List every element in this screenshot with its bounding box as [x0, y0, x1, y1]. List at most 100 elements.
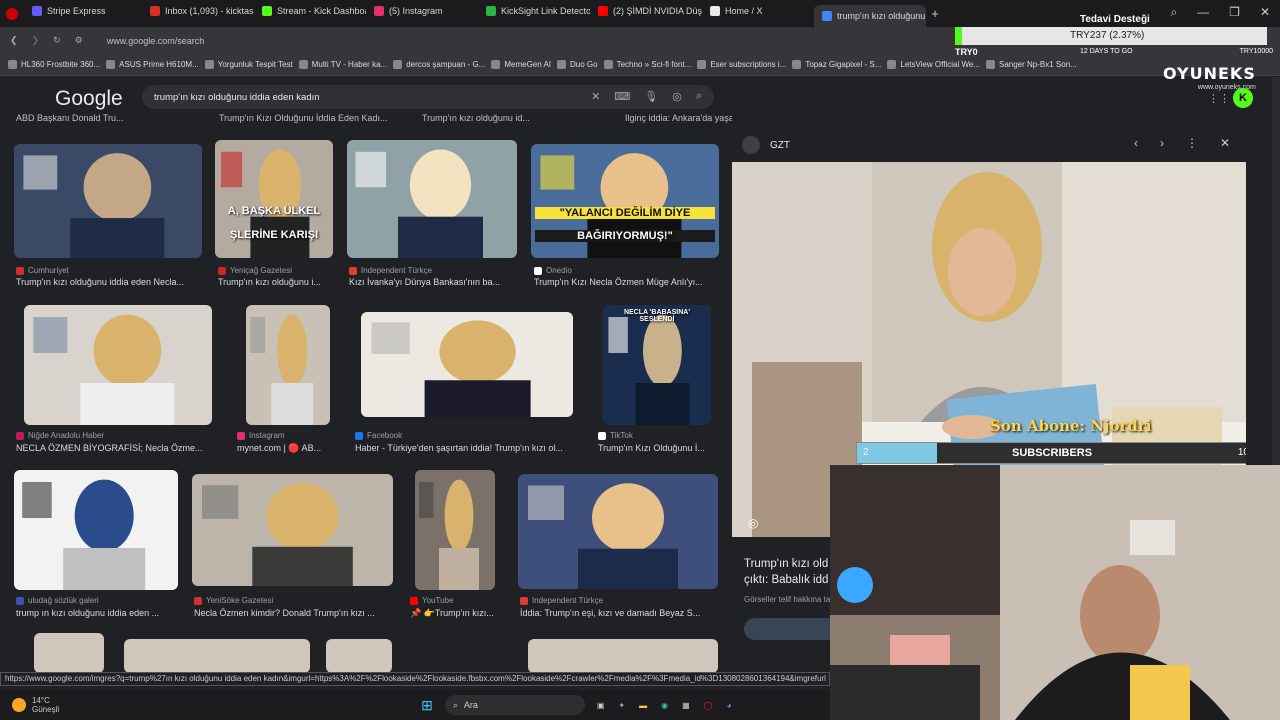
- result-thumbnail[interactable]: [246, 305, 330, 425]
- bookmark-item[interactable]: Eser subscriptions i...: [697, 60, 786, 69]
- mic-icon[interactable]: 🎙: [644, 90, 658, 103]
- tab-menu-icon[interactable]: [0, 3, 24, 25]
- browser-tab[interactable]: trump'ın kızı olduğunu id: [814, 5, 926, 27]
- explorer-icon[interactable]: ▬: [639, 701, 647, 710]
- result-caption[interactable]: Trump'ın Kızı Olduğunu İ...: [598, 443, 713, 453]
- result-caption[interactable]: trump ın kızı olduğunu iddia eden ...: [16, 608, 176, 618]
- result-source[interactable]: Cumhuriyet: [16, 266, 69, 275]
- result-caption[interactable]: Trump'ın kızı olduğunu i...: [218, 277, 333, 287]
- result-caption[interactable]: Haber - Türkiye'den şaşırtan iddia! Trum…: [355, 443, 585, 453]
- panel-title-b[interactable]: çıktı: Babalık idd: [744, 574, 828, 586]
- browser-tab[interactable]: Home / X: [702, 0, 814, 22]
- browser-tab[interactable]: (2) ŞİMDİ NVIDIA Düşüns: [590, 0, 702, 22]
- weather-desc[interactable]: Güneşli: [32, 705, 59, 714]
- edge-icon[interactable]: ◉: [661, 701, 668, 710]
- apps-icon[interactable]: ⋮⋮: [1208, 92, 1230, 105]
- result-source[interactable]: TikTok: [598, 431, 633, 440]
- result-source[interactable]: Yeniçağ Gazetesi: [218, 266, 292, 275]
- result-thumbnail[interactable]: [415, 470, 495, 590]
- result-thumbnail[interactable]: [326, 639, 392, 672]
- back-icon[interactable]: ❮: [10, 35, 18, 46]
- app-icon[interactable]: ▦: [682, 701, 690, 710]
- lens-search-icon[interactable]: ◎: [748, 516, 758, 530]
- result-thumbnail[interactable]: [14, 144, 202, 258]
- result-caption[interactable]: Trump'ın kızı olduğunu iddia eden Necla.…: [16, 277, 206, 287]
- panel-title-a[interactable]: Trump'ın kızı old: [744, 558, 828, 570]
- result-thumbnail[interactable]: NECLA 'BABASINA' SESLENDİ: [603, 305, 711, 425]
- taskbar-search[interactable]: ⌕ Ara: [444, 695, 585, 715]
- bookmark-item[interactable]: ASUS Prime H610M...: [106, 60, 199, 69]
- bookmark-item[interactable]: Multi TV - Haber ka...: [298, 60, 387, 69]
- discord-icon[interactable]: ◕: [727, 701, 732, 710]
- browser-tab[interactable]: Stripe Express: [24, 0, 142, 22]
- result-thumbnail[interactable]: [347, 140, 517, 258]
- keyboard-icon[interactable]: ⌨: [614, 90, 630, 103]
- weather-temp[interactable]: 14°C: [32, 696, 59, 705]
- top-caption[interactable]: Trump'ın kızı olduğunu id...: [422, 113, 625, 123]
- taskview-icon[interactable]: ▣: [597, 701, 605, 710]
- panel-source[interactable]: GZT: [770, 140, 790, 151]
- search-box[interactable]: trump'ın kızı olduğunu iddia eden kadın …: [142, 85, 714, 109]
- opera-icon[interactable]: ◯: [704, 701, 713, 710]
- prev-icon[interactable]: ‹: [1134, 136, 1138, 150]
- clear-icon[interactable]: ✕: [591, 90, 600, 103]
- weather-icon[interactable]: [12, 698, 26, 712]
- result-thumbnail[interactable]: [518, 474, 718, 589]
- result-thumbnail[interactable]: [14, 470, 178, 590]
- result-source[interactable]: Independent Türkçe: [520, 596, 603, 605]
- result-source[interactable]: YouTube: [410, 596, 453, 605]
- kick-avatar[interactable]: K: [1233, 88, 1253, 108]
- result-thumbnail[interactable]: A, BAŞKA ÜLKEL ŞLERİNE KARIŞI: [215, 140, 333, 258]
- browser-tab[interactable]: Stream - Kick Dashboard: [254, 0, 366, 22]
- result-source[interactable]: Onedio: [534, 266, 572, 275]
- forward-icon[interactable]: ❯: [32, 35, 40, 46]
- result-caption[interactable]: mynet.com | 🔴 AB...: [237, 443, 337, 454]
- bookmark-item[interactable]: HL360 Frostbite 360...: [8, 60, 100, 69]
- site-info-icon[interactable]: ⚙: [75, 35, 83, 46]
- search-icon[interactable]: ⌕: [696, 90, 702, 103]
- result-source[interactable]: uludağ sözlük galeri: [16, 596, 99, 605]
- google-logo[interactable]: Google: [55, 87, 123, 111]
- close-panel-icon[interactable]: ✕: [1220, 136, 1230, 150]
- result-thumbnail[interactable]: [34, 633, 104, 672]
- result-source[interactable]: Instagram: [237, 431, 285, 440]
- result-caption[interactable]: NECLA ÖZMEN BİYOGRAFİSİ; Necla Özme...: [16, 443, 216, 453]
- search-input[interactable]: trump'ın kızı olduğunu iddia eden kadın: [154, 92, 320, 103]
- bookmark-item[interactable]: dercos şampuan - G...: [393, 60, 485, 69]
- copilot-icon[interactable]: ✦: [618, 701, 625, 710]
- bookmark-item[interactable]: Sanger Np-Bx1 Son...: [985, 60, 1077, 69]
- result-caption[interactable]: İddia: Trump'ın eşi, kızı ve damadı Beya…: [520, 608, 720, 618]
- next-icon[interactable]: ›: [1160, 136, 1164, 150]
- result-thumbnail[interactable]: [24, 305, 212, 425]
- browser-tab[interactable]: Inbox (1,093) - kicktaskin: [142, 0, 254, 22]
- result-source[interactable]: Independent Türkçe: [349, 266, 432, 275]
- bookmark-item[interactable]: Yorgunluk Tespit Test: [204, 60, 293, 69]
- lens-icon[interactable]: ◎: [672, 90, 682, 103]
- top-caption[interactable]: ABD Başkanı Donald Tru...: [16, 113, 219, 123]
- start-icon[interactable]: ⊞: [421, 697, 433, 714]
- more-icon[interactable]: ⋮: [1186, 136, 1198, 150]
- result-caption[interactable]: Trump'ın Kızı Necla Özmen Müge Anlı'yı..…: [534, 277, 719, 287]
- result-caption[interactable]: 📌 👉Trump'ın kızı...: [410, 608, 500, 619]
- result-thumbnail[interactable]: [528, 639, 718, 672]
- bookmark-item[interactable]: Techno » Sci-fi font...: [603, 60, 691, 69]
- bookmark-item[interactable]: LetsView Official We...: [887, 60, 980, 69]
- result-source[interactable]: Niğde Anadolu Haber: [16, 431, 104, 440]
- browser-tab[interactable]: KickSight Link Detector: [478, 0, 590, 22]
- result-thumbnail[interactable]: "YALANCI DEĞİLİM DİYE BAĞIRIYORMUŞ!": [531, 144, 719, 258]
- bookmark-item[interactable]: MemeGen AI: [491, 60, 551, 69]
- result-thumbnail[interactable]: [192, 474, 393, 586]
- result-source[interactable]: Facebook: [355, 431, 402, 440]
- top-caption[interactable]: Ilginç iddia: Ankara'da yaşayan kadın, b…: [625, 113, 732, 123]
- result-thumbnail[interactable]: [361, 312, 573, 417]
- top-caption[interactable]: Trump'ın Kızı Olduğunu İddia Eden Kadı..…: [219, 113, 422, 123]
- bookmark-item[interactable]: Topaz Gigapixel - S...: [792, 60, 881, 69]
- result-caption[interactable]: Necla Özmen kimdir? Donald Trump'ın kızı…: [194, 608, 394, 618]
- result-thumbnail[interactable]: [124, 639, 310, 672]
- bookmark-item[interactable]: Duo Go: [557, 60, 598, 69]
- result-caption[interactable]: Kızı İvanka'yı Dünya Bankası'nın ba...: [349, 277, 519, 287]
- browser-tab[interactable]: (5) Instagram: [366, 0, 478, 22]
- new-tab-button[interactable]: +: [926, 6, 944, 21]
- reload-icon[interactable]: ↻: [53, 35, 61, 46]
- opera-menu-icon[interactable]: [6, 7, 18, 20]
